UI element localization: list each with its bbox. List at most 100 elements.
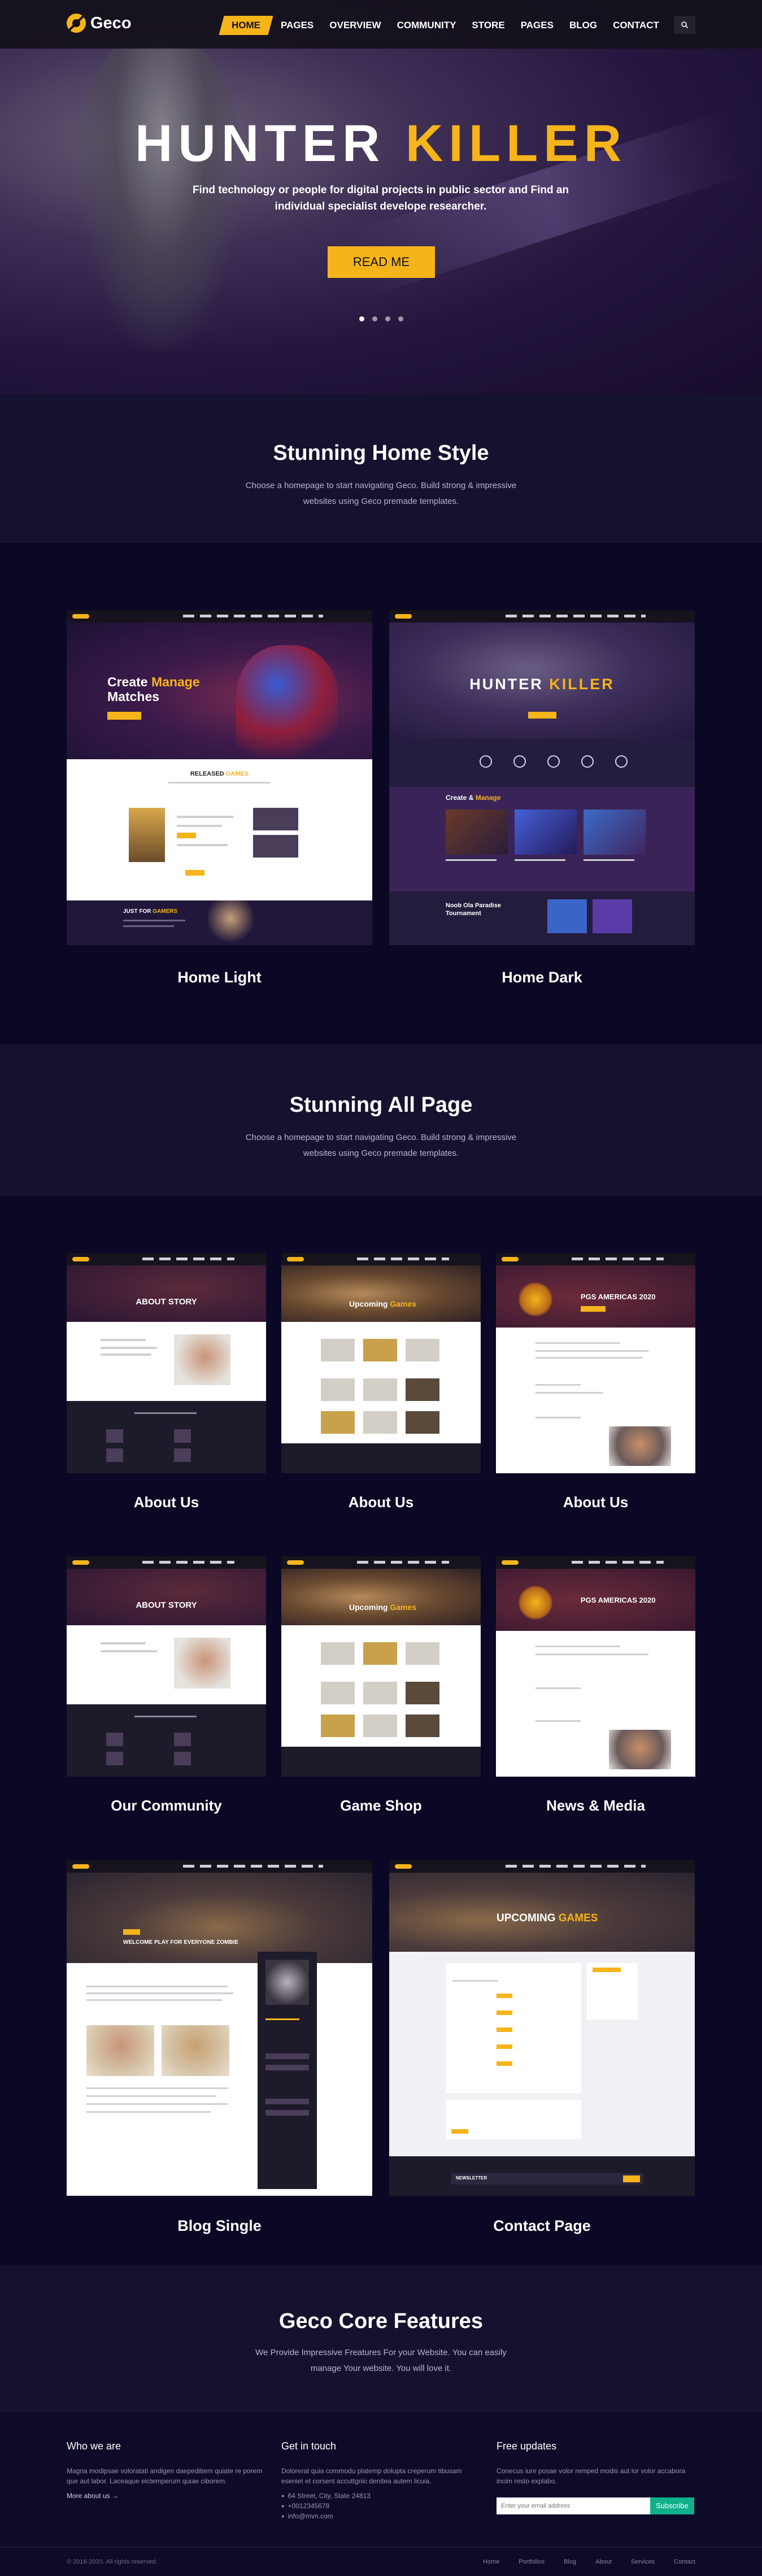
preview-tournament-title: Noob Ola Paradise Tournament — [446, 902, 501, 917]
footer-link-services[interactable]: Services — [631, 2558, 655, 2565]
preview-line — [134, 1412, 197, 1414]
footer-link-blog[interactable]: Blog — [564, 2558, 576, 2565]
card-label[interactable]: News & Media — [496, 1797, 695, 1814]
card-label[interactable]: Game Shop — [281, 1797, 481, 1814]
card-label[interactable]: About Us — [496, 1494, 695, 1511]
nav-item-pages-2[interactable]: PAGES — [513, 16, 561, 35]
preview-banner-gold: Games — [390, 1603, 417, 1612]
footer-address-text: 64 Street, City, State 24813 — [288, 2492, 371, 2500]
email-input[interactable] — [497, 2497, 650, 2514]
preview-hero: Create Manage Matches — [67, 623, 372, 759]
our-community-card[interactable]: ABOUT STORY Our Community — [67, 1556, 266, 1814]
nav-item-home[interactable]: HOME — [219, 16, 273, 35]
preview-line — [584, 859, 634, 861]
home-dark-card[interactable]: HUNTER KILLER Create & Manage Noob Ola P… — [389, 610, 695, 986]
preview-line — [86, 1999, 222, 2001]
preview-gamers-title: JUST FOR GAMERS — [123, 908, 177, 915]
contact-page-preview[interactable]: UPCOMING GAMES NEWSLETTER — [389, 1860, 695, 2196]
news-media-preview[interactable]: PGS AMERICAS 2020 — [496, 1556, 695, 1777]
preview-hero-text: Create Manage Matches — [107, 675, 200, 704]
preview-badge — [497, 2011, 512, 2015]
preview-line — [265, 2018, 299, 2020]
read-me-button[interactable]: READ ME — [328, 246, 435, 278]
footer-link-home[interactable]: Home — [483, 2558, 499, 2565]
preview-banner-gold: GAMES — [558, 1912, 598, 1924]
nav-item-store[interactable]: STORE — [464, 16, 512, 35]
game-shop-card[interactable]: Upcoming Games Game Shop — [281, 1556, 481, 1814]
preview-body — [281, 1322, 481, 1443]
card-label[interactable]: Our Community — [67, 1797, 266, 1814]
preview-banner-title: PGS AMERICAS 2020 — [581, 1596, 656, 1604]
preview-newsletter-label: NEWSLETTER — [456, 2175, 487, 2181]
subscribe-button[interactable]: Subscribe — [650, 2497, 694, 2514]
more-about-us-link[interactable]: More about us → — [67, 2492, 267, 2500]
card-label[interactable]: Blog Single — [67, 2217, 372, 2235]
hero-title-white: HUNTER — [134, 115, 386, 172]
about-us-card-1[interactable]: ABOUT STORY About Us — [67, 1253, 266, 1511]
contact-page-card[interactable]: UPCOMING GAMES NEWSLETTER Contact Page — [389, 1860, 695, 2235]
preview-thumb — [106, 1429, 123, 1443]
slider-dot-3[interactable] — [385, 316, 390, 321]
copyright: © 2016-2020. All rights reserved. — [67, 2558, 158, 2565]
home-light-preview[interactable]: Create Manage Matches RELEASED GAMES JUS… — [67, 610, 372, 945]
home-style-cards: Create Manage Matches RELEASED GAMES JUS… — [0, 543, 762, 1045]
preview-line — [535, 1350, 648, 1352]
preview-soldier — [208, 900, 253, 945]
footer-free-updates: Free updates Conecus iure posae volor re… — [497, 2440, 697, 2514]
about-us-preview-1[interactable]: ABOUT STORY — [67, 1253, 266, 1473]
blog-single-card[interactable]: WELCOME PLAY FOR EVERYONE ZOMBIE Blog Si… — [67, 1860, 372, 2235]
home-light-card[interactable]: Create Manage Matches RELEASED GAMES JUS… — [67, 610, 372, 986]
nav-item-contact[interactable]: CONTACT — [605, 16, 667, 35]
footer-heading: Free updates — [497, 2440, 557, 2452]
footer-link-about[interactable]: About — [595, 2558, 612, 2565]
search-button[interactable] — [674, 16, 695, 34]
blog-single-preview[interactable]: WELCOME PLAY FOR EVERYONE ZOMBIE — [67, 1860, 372, 2196]
card-label[interactable]: About Us — [67, 1494, 266, 1511]
news-media-card[interactable]: PGS AMERICAS 2020 News & Media — [496, 1556, 695, 1814]
card-label[interactable]: Contact Page — [389, 2217, 695, 2235]
footer-phone-text[interactable]: +0012345678 — [288, 2501, 329, 2511]
preview-thumb — [174, 1448, 191, 1462]
about-us-card-3[interactable]: PGS AMERICAS 2020 About Us — [496, 1253, 695, 1511]
preview-thumb — [106, 1733, 123, 1746]
card-label[interactable]: Home Dark — [389, 969, 695, 986]
our-community-preview[interactable]: ABOUT STORY — [67, 1556, 266, 1777]
game-icon — [547, 755, 560, 768]
about-us-preview-2[interactable]: Upcoming Games — [281, 1253, 481, 1473]
slider-dot-2[interactable] — [372, 316, 377, 321]
preview-hero-button — [528, 712, 556, 719]
card-label[interactable]: Home Light — [67, 969, 372, 986]
preview-item — [265, 2099, 309, 2104]
nav-item-pages[interactable]: PAGES — [273, 16, 321, 35]
preview-thumb — [406, 1411, 439, 1434]
slider-dot-1[interactable] — [359, 316, 364, 321]
logo[interactable]: Geco — [67, 14, 132, 33]
preview-thumb — [363, 1378, 397, 1401]
desc-line: Choose a homepage to start navigating Ge… — [245, 481, 517, 490]
footer-email-text[interactable]: info@mvn.com — [288, 2511, 333, 2521]
slider-dot-4[interactable] — [398, 316, 403, 321]
preview-thumb — [321, 1339, 355, 1361]
preview-line — [177, 825, 222, 827]
preview-footer: NEWSLETTER — [389, 2156, 695, 2196]
preview-tournament-line: Noob Ola Paradise — [446, 902, 501, 909]
preview-line — [86, 2103, 228, 2105]
card-label[interactable]: About Us — [281, 1494, 481, 1511]
footer-email: ● info@mvn.com — [281, 2511, 468, 2521]
footer-get-in-touch: Get in touch Dolorerat quia commodu plat… — [281, 2440, 468, 2521]
footer-link-contact[interactable]: Contact — [674, 2558, 695, 2565]
game-shop-preview[interactable]: Upcoming Games — [281, 1556, 481, 1777]
nav-item-blog[interactable]: BLOG — [561, 16, 605, 35]
home-dark-preview[interactable]: HUNTER KILLER Create & Manage Noob Ola P… — [389, 610, 695, 945]
nav-item-overview[interactable]: OVERVIEW — [321, 16, 389, 35]
preview-line — [86, 1986, 228, 1987]
about-us-preview-3[interactable]: PGS AMERICAS 2020 — [496, 1253, 695, 1473]
preview-textarea — [446, 2100, 581, 2139]
preview-line — [86, 2095, 216, 2097]
about-us-card-2[interactable]: Upcoming Games About Us — [281, 1253, 481, 1511]
nav-item-community[interactable]: COMMUNITY — [389, 16, 464, 35]
preview-thumb — [363, 1715, 397, 1737]
preview-banner-title: Upcoming Games — [349, 1299, 416, 1308]
preview-image — [609, 1426, 671, 1466]
footer-link-portfolios[interactable]: Portfolios — [519, 2558, 545, 2565]
